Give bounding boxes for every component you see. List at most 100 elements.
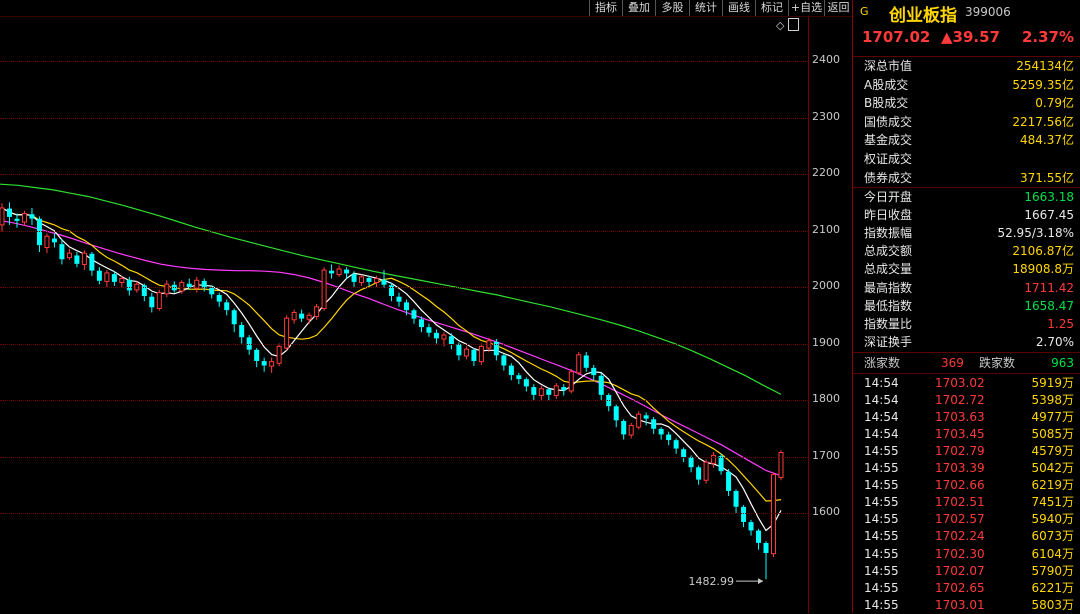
candle-body (598, 375, 604, 395)
tick-row: 14:55 1702.79 4579万 (853, 443, 1080, 460)
candle-body (538, 388, 544, 397)
index-stat-row: 指数振幅 52.95/3.18% (853, 224, 1080, 242)
stat-label: 指数量比 (864, 316, 913, 331)
low-marker-arrow (758, 578, 764, 585)
index-stat-row: 最高指数 1711.42 (853, 279, 1080, 297)
market-stat-row: 基金成交 484.37亿 (853, 131, 1080, 149)
index-code: 399006 (965, 5, 1011, 19)
tick-time: 14:55 (864, 563, 899, 578)
tick-time: 14:55 (864, 512, 899, 527)
candle-body (673, 440, 679, 449)
candle-body (546, 389, 552, 395)
tick-price: 1702.57 (935, 512, 985, 527)
candle-body (703, 461, 709, 481)
tick-row: 14:55 1702.57 5940万 (853, 511, 1080, 528)
candle-body (269, 361, 275, 367)
candle-body (561, 387, 567, 391)
candle-body (501, 355, 507, 366)
candle-body (89, 253, 95, 271)
candle-body (126, 279, 132, 291)
tick-price: 1702.65 (935, 580, 985, 595)
candle-body (59, 244, 65, 260)
stat-label: 总成交额 (864, 244, 913, 259)
candle-body (463, 348, 469, 357)
candle-body (291, 311, 297, 321)
y-tick-label: 2200 (812, 166, 840, 180)
candle-body (329, 270, 335, 274)
stat-label: 债券成交 (864, 170, 913, 185)
gridline (0, 174, 808, 176)
toolbar-statistics-button[interactable]: 统计 (689, 0, 722, 16)
change-value: ▲39.57 (941, 28, 1000, 46)
candle-body (568, 371, 574, 392)
kline-chart[interactable]: 1482.99 (0, 17, 852, 613)
index-stat-row: 总成交额 2106.87亿 (853, 242, 1080, 260)
toolbar-mark-button[interactable]: 标记 (755, 0, 788, 16)
candle-body (224, 302, 230, 311)
candle-body (636, 413, 642, 428)
stat-label: 总成交量 (864, 262, 913, 277)
divider (853, 352, 1080, 353)
toolbar-indicator-button[interactable]: 指标 (589, 0, 622, 16)
stat-label: 最低指数 (864, 298, 913, 313)
tick-volume: 5940万 (1031, 512, 1074, 527)
toolbar-overlay-button[interactable]: 叠加 (622, 0, 655, 16)
candle-body (643, 415, 649, 419)
tick-volume: 6073万 (1031, 529, 1074, 544)
candle-body (576, 354, 582, 374)
candle-body (583, 355, 589, 368)
stat-value: 2217.56亿 (1012, 114, 1074, 129)
diamond-icon[interactable]: ◇ (776, 19, 784, 32)
y-tick-label: 1900 (812, 335, 840, 349)
index-stat-row: 最低指数 1658.47 (853, 297, 1080, 315)
candle-body (276, 345, 282, 364)
candle-body (516, 375, 522, 380)
candle-body (553, 385, 559, 397)
stat-label: 深证换手 (864, 334, 913, 349)
tick-volume: 7451万 (1031, 495, 1074, 510)
tick-price: 1703.63 (935, 410, 985, 425)
tick-price: 1703.39 (935, 461, 985, 476)
candle-body (441, 334, 447, 340)
candle-body (411, 310, 417, 319)
tick-volume: 6219万 (1031, 478, 1074, 493)
tick-volume: 5042万 (1031, 461, 1074, 476)
y-tick-label: 2400 (812, 53, 840, 67)
tick-time: 14:54 (864, 393, 899, 408)
down-count: 963 (1051, 356, 1074, 370)
toolbar-back-button[interactable]: 返回 (824, 0, 852, 16)
candle-body (96, 270, 102, 281)
gridline (0, 117, 808, 119)
toolbar-draw-line-button[interactable]: 画线 (722, 0, 755, 16)
tick-row: 14:55 1702.24 6073万 (853, 528, 1080, 545)
tick-volume: 5803万 (1031, 597, 1074, 612)
tick-time: 14:55 (864, 495, 899, 510)
candle-body (426, 327, 432, 333)
stat-value: 1663.18 (1024, 190, 1074, 204)
window-toggle-icon[interactable] (788, 18, 800, 31)
candle-body (36, 218, 42, 246)
candle-body (156, 292, 162, 310)
candle-body (306, 314, 312, 320)
toolbar-multi-stock-button[interactable]: 多股 (655, 0, 689, 16)
toolbar-add-watchlist-button[interactable]: +自选 (788, 0, 824, 16)
chart-controls[interactable]: ◇ (776, 18, 800, 32)
candle-body (688, 457, 694, 468)
tick-time: 14:55 (864, 444, 899, 459)
candle-body (726, 471, 732, 491)
candle-body (681, 449, 687, 458)
candle-body (164, 283, 170, 295)
gridline (0, 400, 808, 402)
candle-body (718, 456, 724, 472)
index-name: 创业板指 (889, 6, 957, 26)
candle-body (613, 406, 619, 421)
stat-value: 484.37亿 (1020, 133, 1074, 148)
candle-body (591, 367, 597, 376)
tick-row: 14:55 1703.39 5042万 (853, 460, 1080, 477)
candle-body (733, 491, 739, 507)
stat-label: 昨日收盘 (864, 208, 913, 223)
stat-value: 18908.8万 (1012, 262, 1074, 277)
candle-body (0, 207, 5, 226)
candle-body (448, 336, 454, 345)
gridline (0, 513, 808, 514)
